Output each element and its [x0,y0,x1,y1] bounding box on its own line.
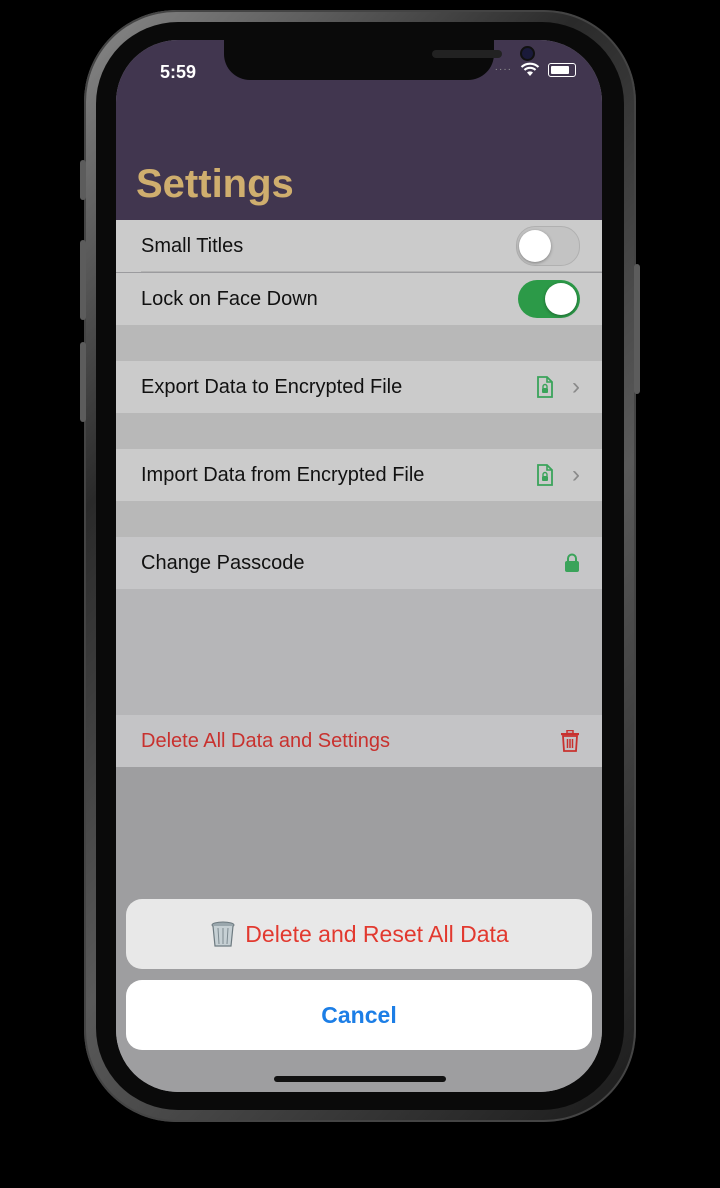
wifi-icon [520,62,540,76]
section-gap [116,413,602,449]
lock-icon [565,553,579,572]
section-gap [116,589,602,715]
import-accessory: › [536,463,580,487]
lock-face-down-label: Lock on Face Down [141,287,318,310]
setting-row-lock-face-down: Lock on Face Down [116,273,602,325]
signal-dots-icon: ···· [494,64,512,75]
locked-document-icon [537,464,553,486]
small-titles-label: Small Titles [141,234,244,257]
front-camera-icon [522,48,533,59]
notch [224,40,533,80]
home-indicator[interactable] [274,1076,446,1082]
volume-up-button [80,240,86,320]
trash-icon [561,730,579,752]
delete-reset-button[interactable]: Delete and Reset All Data [126,899,592,969]
cancel-button[interactable]: Cancel [126,980,592,1050]
chevron-right-icon: › [572,461,580,488]
page-title: Settings [136,162,294,206]
wastebasket-icon [211,921,235,947]
delete-accessory [560,730,580,752]
toggle-knob [545,283,577,315]
speaker-grille [432,50,502,58]
power-button [634,264,640,394]
battery-icon [548,62,576,77]
small-titles-toggle[interactable] [516,226,580,266]
delete-all-row[interactable]: Delete All Data and Settings [116,715,602,767]
delete-all-label: Delete All Data and Settings [141,729,391,752]
export-data-row[interactable]: Export Data to Encrypted File › [116,361,602,413]
status-icons: ···· [495,62,576,77]
phone-screen: 5:59 ···· Settings Small Titles Lock on … [116,40,602,1092]
setting-row-small-titles: Small Titles [116,220,602,272]
volume-down-button [80,342,86,422]
section-gap [116,501,602,537]
export-data-label: Export Data to Encrypted File [141,375,403,398]
mute-switch [80,160,86,200]
import-data-label: Import Data from Encrypted File [141,463,425,486]
delete-reset-label: Delete and Reset All Data [245,920,509,947]
change-passcode-row[interactable]: Change Passcode [116,537,602,589]
toggle-knob [519,230,551,262]
locked-document-icon [537,376,553,398]
section-gap [116,325,602,361]
import-data-row[interactable]: Import Data from Encrypted File › [116,449,602,501]
status-time: 5:59 [160,62,197,82]
change-passcode-label: Change Passcode [141,551,305,574]
row-divider [141,271,602,272]
passcode-accessory [564,553,580,573]
lock-face-down-toggle[interactable] [518,280,580,318]
export-accessory: › [536,375,580,399]
cancel-label: Cancel [321,1001,397,1028]
chevron-right-icon: › [572,373,580,400]
